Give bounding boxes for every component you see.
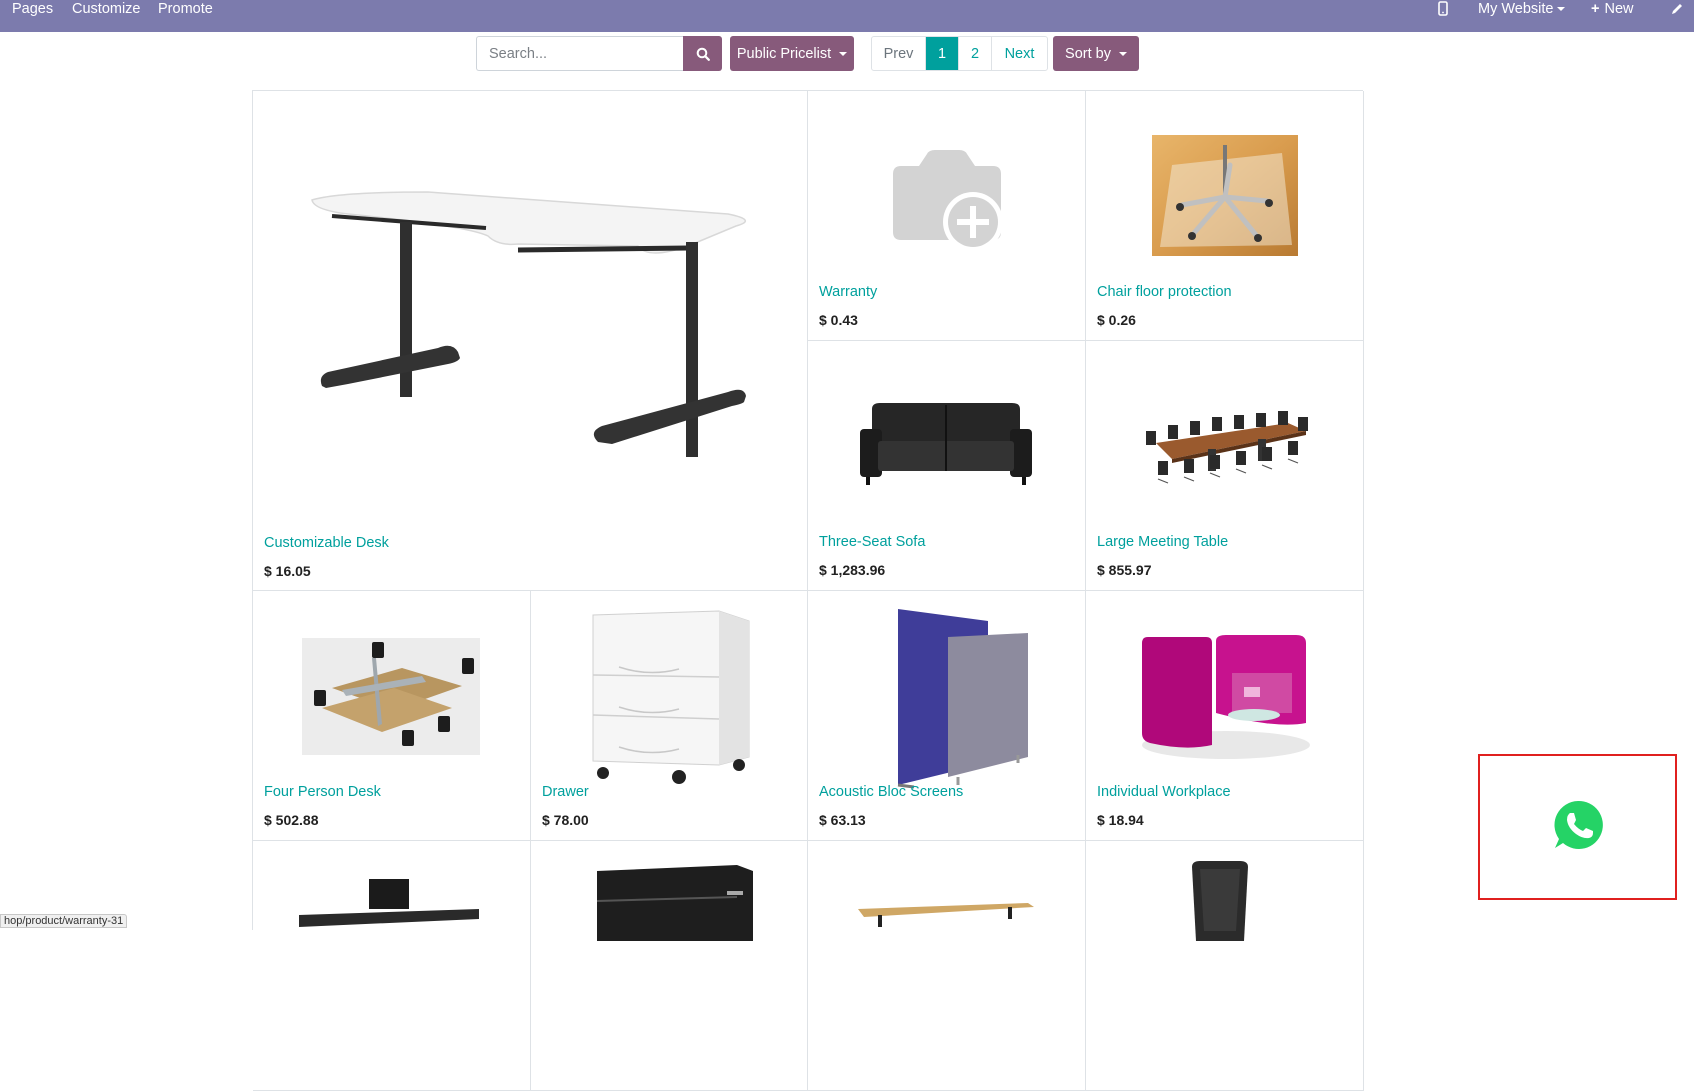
pager-page-label: 2 [970,45,980,62]
product-card[interactable]: Four Person Desk $ 502.88 [253,591,531,841]
desk-partial-image [299,879,479,927]
product-price: $ 0.26 [1097,312,1136,328]
new-content-label: New [1604,1,1634,17]
product-card[interactable]: Drawer $ 78.00 [531,591,808,841]
product-name-link[interactable]: Three-Seat Sofa [819,534,925,550]
acoustic-screens-image [897,609,1028,789]
pricelist-label: Public Pricelist [736,45,832,62]
product-card[interactable] [808,841,1086,1091]
product-card[interactable] [1086,841,1364,1091]
product-name-link[interactable]: Drawer [542,784,589,800]
sort-dropdown[interactable]: Sort by [1053,36,1139,71]
product-price: $ 502.88 [264,812,319,828]
new-content-button[interactable]: + New [1591,0,1633,32]
product-name-link[interactable]: Individual Workplace [1097,784,1231,800]
meeting-table-image [1146,411,1308,484]
chevron-down-icon [839,51,848,56]
menu-customize-label: Customize [72,1,141,17]
product-price: $ 855.97 [1097,562,1152,578]
product-name-link[interactable]: Customizable Desk [264,535,389,551]
search-icon [696,47,710,61]
mobile-icon [1438,1,1448,16]
pagination: Prev 1 2 Next [871,36,1048,71]
product-card[interactable]: Warranty $ 0.43 [808,91,1086,341]
product-name-link[interactable]: Chair floor protection [1097,284,1232,300]
product-name-link[interactable]: Warranty [819,284,877,300]
chair-floor-image [1152,135,1298,256]
pencil-icon [1672,4,1682,14]
menu-pages[interactable]: Pages [12,0,53,32]
workplace-pod-image [1142,635,1310,759]
edit-button[interactable] [1670,2,1684,34]
product-card[interactable]: Three-Seat Sofa $ 1,283.96 [808,341,1086,591]
product-price: $ 1,283.96 [819,562,886,578]
product-price: $ 16.05 [264,563,311,579]
sofa-image [860,403,1032,485]
product-name-link[interactable]: Four Person Desk [264,784,381,800]
product-grid: Customizable Desk $ 16.05 Warranty $ 0.4… [252,90,1364,1091]
menu-promote[interactable]: Promote [158,0,213,32]
pager-page-2[interactable]: 2 [959,37,992,70]
whatsapp-button[interactable] [1552,799,1604,856]
pager-prev-label: Prev [883,45,914,62]
product-card[interactable] [531,841,808,1091]
whatsapp-icon [1553,800,1603,849]
website-editor-navbar: Pages Customize Promote My Website + New [0,0,1694,32]
mobile-preview-button[interactable] [1438,1,1448,33]
office-chair-partial-image [1192,861,1248,941]
product-price: $ 0.43 [819,312,858,328]
status-bar-url: hop/product/warranty-31 [0,914,128,928]
pager-next-label: Next [1004,45,1035,62]
product-search [476,36,722,71]
product-name-link[interactable]: Large Meeting Table [1097,534,1228,550]
website-switcher[interactable]: My Website [1478,0,1566,32]
pager-page-1[interactable]: 1 [926,37,959,70]
menu-promote-label: Promote [158,1,213,17]
website-switcher-label: My Website [1478,1,1554,17]
search-button[interactable] [683,36,722,71]
search-input[interactable] [476,36,684,71]
menu-pages-label: Pages [12,1,54,17]
product-name-link[interactable]: Acoustic Bloc Screens [819,784,963,800]
chevron-down-icon [1557,7,1566,11]
product-price: $ 63.13 [819,812,866,828]
product-price: $ 18.94 [1097,812,1144,828]
drawer-image [592,610,750,784]
cabinet-partial-image [596,865,753,941]
four-person-desk-image [302,638,480,755]
chevron-down-icon [1118,51,1127,56]
corner-desk-partial-image [858,903,1034,927]
pricelist-dropdown[interactable]: Public Pricelist [730,36,854,71]
product-card[interactable]: Chair floor protection $ 0.26 [1086,91,1364,341]
plus-icon: + [1591,1,1600,17]
pager-next[interactable]: Next [992,37,1047,70]
product-card[interactable]: Large Meeting Table $ 855.97 [1086,341,1364,591]
product-card[interactable] [253,841,531,1091]
pager-page-label: 1 [937,45,947,62]
desk-image [311,191,746,457]
pager-prev[interactable]: Prev [872,37,926,70]
product-price: $ 78.00 [542,812,589,828]
product-card[interactable]: Customizable Desk $ 16.05 [253,91,808,591]
menu-customize[interactable]: Customize [72,0,141,32]
whatsapp-highlight-box [1478,754,1677,900]
product-card[interactable]: Acoustic Bloc Screens $ 63.13 [808,591,1086,841]
camera-placeholder-image [893,150,1003,252]
sort-label: Sort by [1065,45,1111,62]
product-card[interactable]: Individual Workplace $ 18.94 [1086,591,1364,841]
